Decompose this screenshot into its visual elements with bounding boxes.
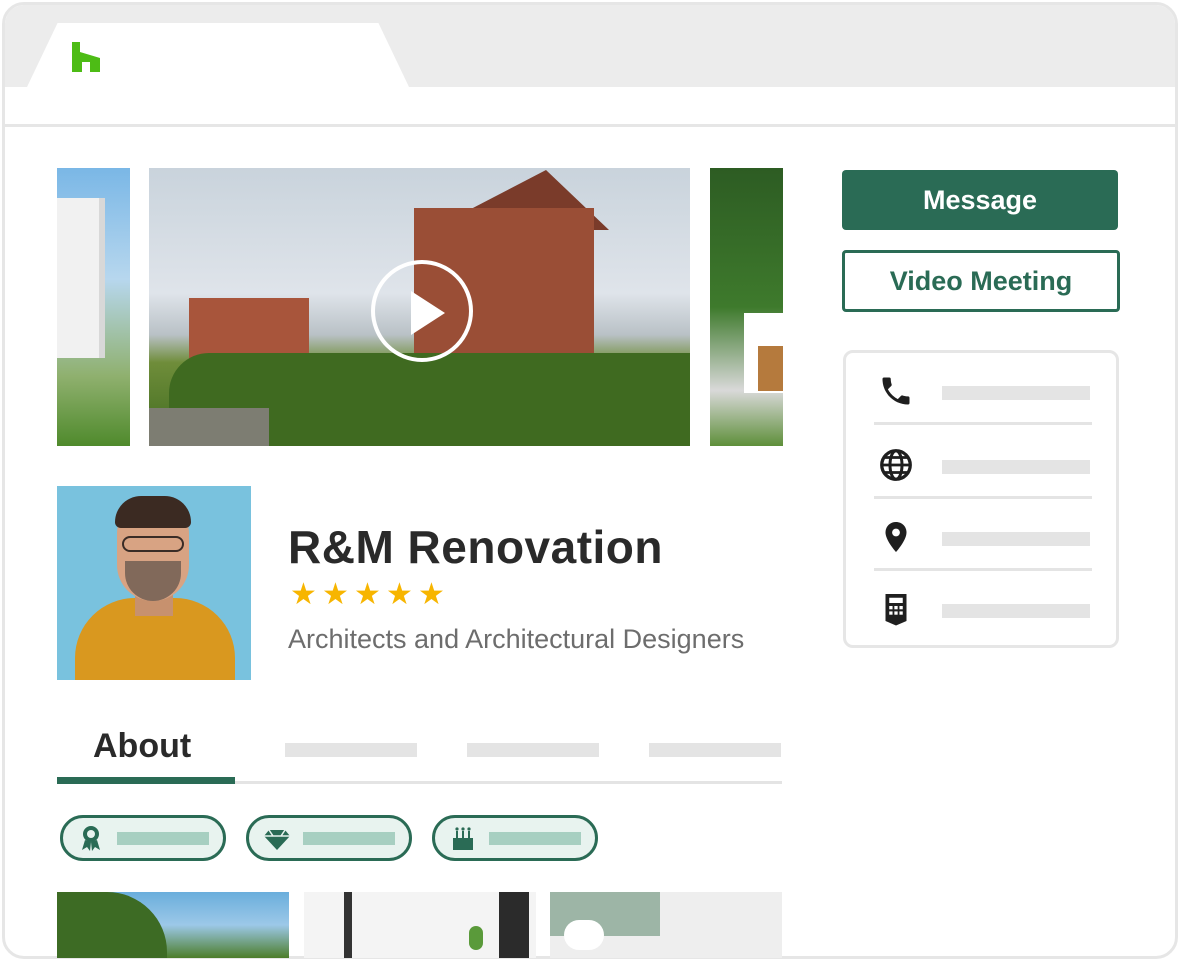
address-bar [5, 87, 1175, 127]
badge-chip-diamond[interactable] [246, 815, 412, 861]
contact-row-cost[interactable] [874, 575, 1092, 643]
tab-placeholder-4[interactable] [649, 743, 781, 757]
phone-icon [882, 377, 910, 405]
gallery-photo-prev[interactable] [57, 168, 130, 446]
contact-row-address[interactable] [874, 503, 1092, 571]
business-name: R&M Renovation [288, 521, 663, 573]
star-icon: ★ [322, 577, 349, 612]
tab-placeholder-2[interactable] [285, 743, 417, 757]
project-photo-1[interactable] [57, 892, 289, 958]
cake-icon [453, 827, 473, 850]
message-button[interactable]: Message [842, 170, 1118, 230]
star-icon: ★ [290, 577, 317, 612]
badge-chip-anniversary[interactable] [432, 815, 598, 861]
business-category: Architects and Architectural Designers [288, 624, 745, 654]
tab-about[interactable]: About [93, 727, 191, 766]
award-icon [82, 826, 100, 851]
diamond-icon [264, 829, 290, 850]
tabs-divider [235, 781, 782, 784]
star-icon: ★ [354, 577, 381, 612]
contact-row-phone[interactable] [874, 357, 1092, 425]
project-photo-2[interactable] [304, 892, 536, 958]
tab-placeholder-3[interactable] [467, 743, 599, 757]
avatar [57, 486, 251, 680]
calculator-icon [885, 594, 907, 626]
star-icon: ★ [386, 577, 413, 612]
contact-row-website[interactable] [874, 431, 1092, 499]
gallery-photo-next[interactable] [710, 168, 783, 446]
globe-icon [880, 449, 912, 481]
badge-chip-award[interactable] [60, 815, 226, 861]
location-pin-icon [885, 522, 907, 552]
star-icon: ★ [418, 577, 445, 612]
rating-stars: ★ ★ ★ ★ ★ [290, 580, 448, 610]
contact-card [843, 350, 1119, 648]
active-tab-indicator [57, 777, 235, 784]
play-icon[interactable] [371, 260, 473, 362]
video-meeting-button[interactable]: Video Meeting [842, 250, 1120, 312]
houzz-logo [72, 42, 100, 72]
project-photo-3[interactable] [550, 892, 782, 958]
